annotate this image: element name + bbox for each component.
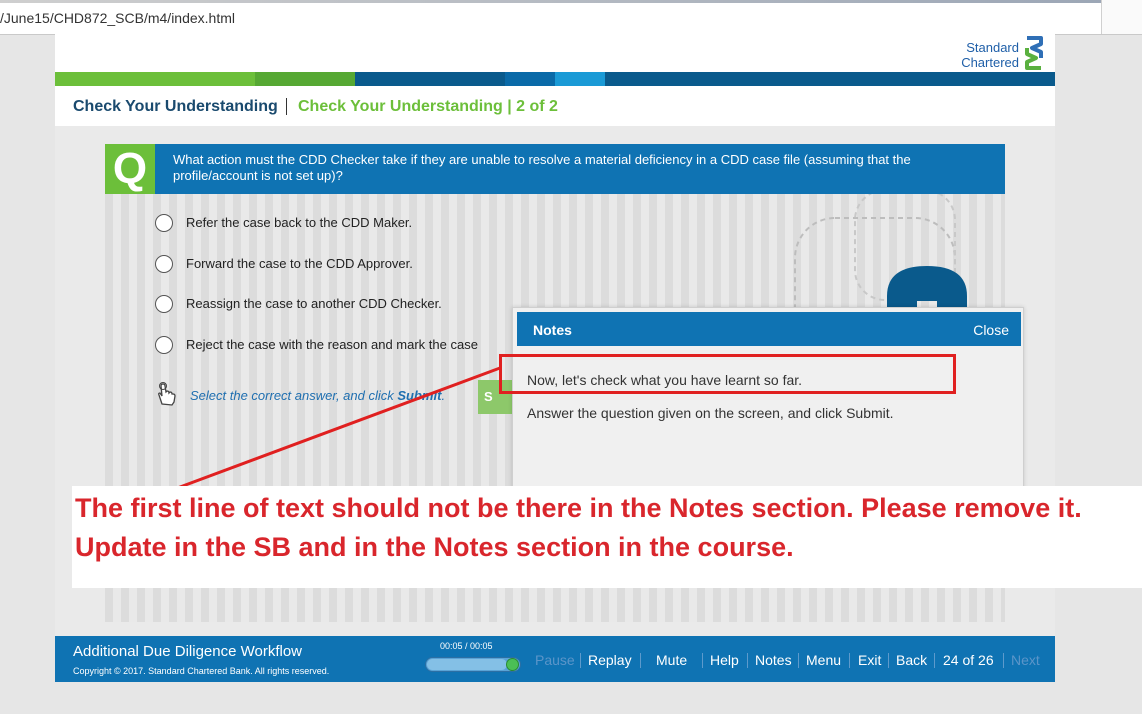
- back-button[interactable]: Back: [896, 652, 927, 668]
- exit-button[interactable]: Exit: [858, 652, 881, 668]
- notes-panel: Notes Close Now, let's check what you ha…: [512, 307, 1024, 494]
- instruction-text: Select the correct answer, and click Sub…: [190, 388, 446, 403]
- mute-button[interactable]: Mute: [656, 652, 687, 668]
- nav-divider: [934, 653, 935, 668]
- player-footer: Additional Due Diligence Workflow Copyri…: [55, 636, 1055, 682]
- pause-button[interactable]: Pause: [535, 652, 575, 668]
- question-text: What action must the CDD Checker take if…: [173, 152, 911, 183]
- review-highlight-box: [499, 354, 956, 394]
- notes-close-button[interactable]: Close: [973, 322, 1009, 338]
- page-title: Check Your Understanding: [73, 98, 278, 115]
- progress-slider[interactable]: [425, 657, 521, 672]
- notes-button[interactable]: Notes: [755, 652, 792, 668]
- notes-line-2: Answer the question given on the screen,…: [527, 405, 894, 421]
- radio-button[interactable]: [155, 335, 173, 354]
- answer-option-label[interactable]: Refer the case back to the CDD Maker.: [186, 215, 412, 230]
- hand-pointer-icon: [158, 382, 176, 406]
- review-comment: The first line of text should not be the…: [72, 486, 1142, 588]
- radio-button[interactable]: [155, 214, 173, 232]
- page-counter: 24 of 26: [943, 652, 994, 668]
- question-header: Q What action must the CDD Checker take …: [105, 144, 1005, 194]
- progress-fill: [427, 659, 507, 670]
- radio-button[interactable]: [155, 254, 173, 273]
- review-comment-line-2: Update in the SB and in the Notes sectio…: [75, 532, 794, 562]
- course-title: Additional Due Diligence Workflow: [73, 643, 302, 660]
- title-divider: [286, 98, 287, 115]
- answer-option-label[interactable]: Forward the case to the CDD Approver.: [186, 256, 413, 271]
- nav-divider: [849, 653, 850, 668]
- replay-button[interactable]: Replay: [588, 652, 632, 668]
- nav-divider: [888, 653, 889, 668]
- notes-header: Notes Close: [517, 312, 1021, 346]
- notes-title: Notes: [533, 322, 572, 338]
- url-text[interactable]: /June15/CHD872_SCB/m4/index.html: [0, 10, 235, 26]
- radio-button[interactable]: [155, 295, 173, 313]
- page-subtitle: Check Your Understanding | 2 of 2: [298, 98, 558, 115]
- question-icon: Q: [105, 144, 155, 194]
- time-readout: 00:05 / 00:05: [440, 641, 493, 651]
- nav-divider: [747, 653, 748, 668]
- logo-line-2: Chartered: [961, 55, 1019, 70]
- progress-knob[interactable]: [506, 658, 519, 671]
- review-comment-line-1: The first line of text should not be the…: [75, 493, 1082, 523]
- brand-color-bar: [55, 72, 1055, 86]
- logo-text: Standard Chartered: [961, 40, 1019, 70]
- nav-divider: [640, 653, 641, 668]
- answer-option-label[interactable]: Reassign the case to another CDD Checker…: [186, 296, 442, 311]
- nav-divider: [1003, 653, 1004, 668]
- browser-side-panel: [1101, 0, 1142, 34]
- page-title-bar: Check Your Understanding Check Your Unde…: [55, 86, 1055, 126]
- nav-divider: [798, 653, 799, 668]
- menu-button[interactable]: Menu: [806, 652, 841, 668]
- browser-top-strip: [0, 0, 1142, 3]
- nav-divider: [702, 653, 703, 668]
- nav-divider: [580, 653, 581, 668]
- answer-option-label[interactable]: Reject the case with the reason and mark…: [186, 337, 478, 352]
- logo-line-1: Standard: [966, 40, 1019, 55]
- browser-address-bar[interactable]: /June15/CHD872_SCB/m4/index.html: [0, 0, 1142, 35]
- standard-chartered-logo-icon: [1025, 36, 1043, 70]
- copyright-text: Copyright © 2017. Standard Chartered Ban…: [73, 666, 330, 676]
- help-button[interactable]: Help: [710, 652, 739, 668]
- next-button[interactable]: Next: [1011, 652, 1040, 668]
